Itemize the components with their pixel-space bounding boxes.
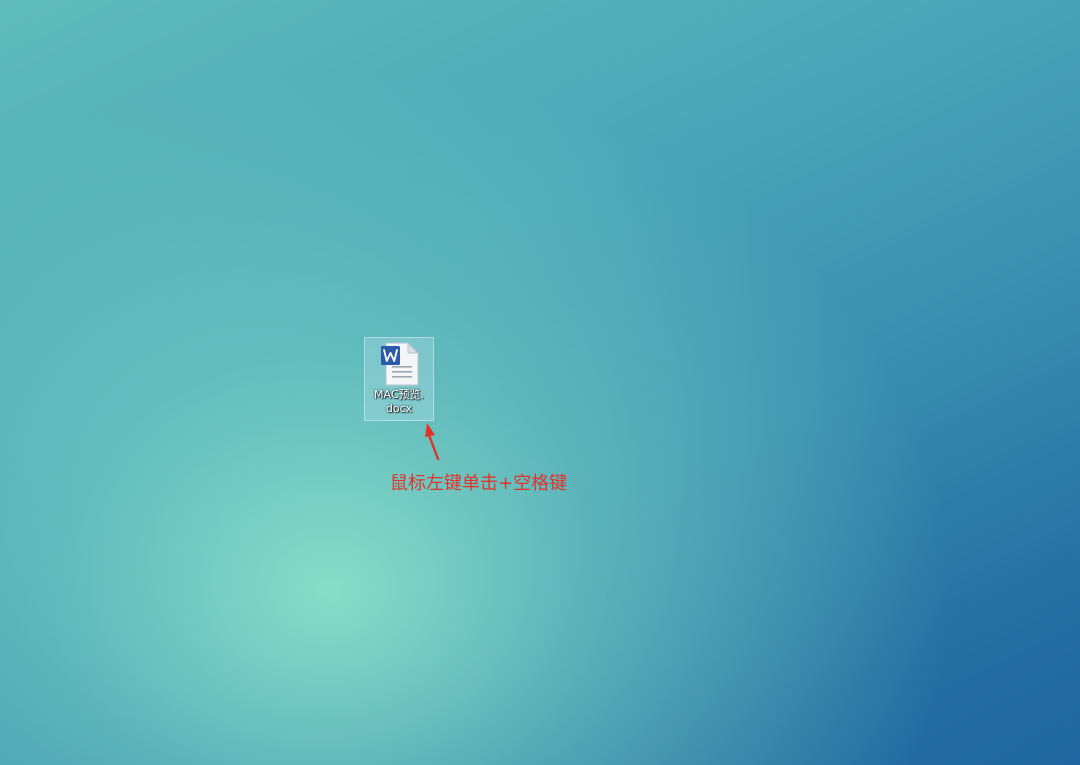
word-document-icon — [381, 341, 420, 386]
desktop-file-icon[interactable]: MAC预览. docx — [364, 337, 434, 421]
desktop-background[interactable]: MAC预览. docx 鼠标左键单击+空格键 — [0, 0, 1080, 765]
file-name-label: MAC预览. docx — [365, 388, 433, 416]
file-name-line-1: MAC预览. — [374, 388, 424, 401]
file-name-line-2: docx — [385, 402, 413, 415]
instruction-annotation: 鼠标左键单击+空格键 — [390, 473, 568, 494]
red-arrow-icon — [425, 423, 440, 461]
